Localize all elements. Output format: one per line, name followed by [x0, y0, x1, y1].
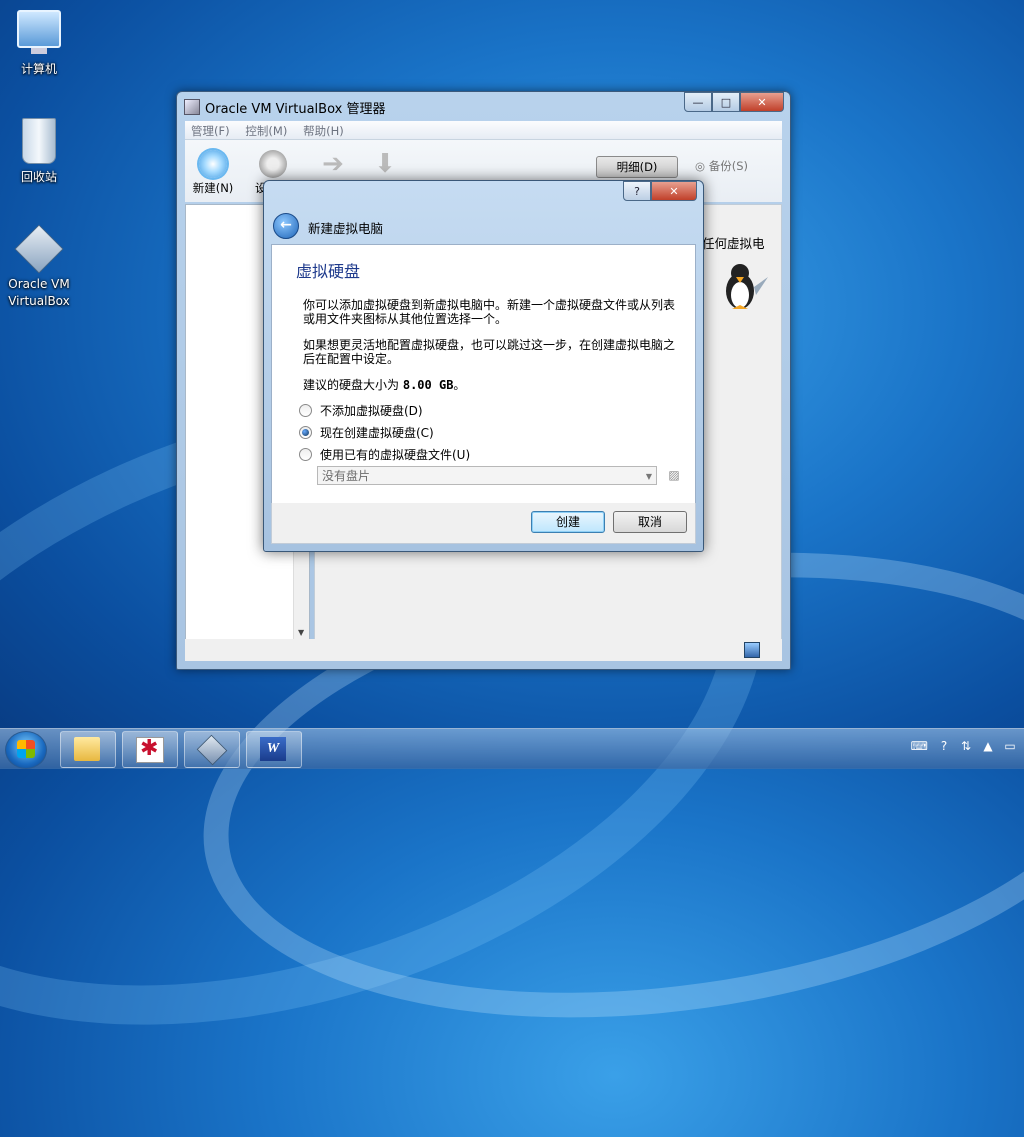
close-button[interactable]: ✕ — [740, 92, 784, 112]
back-arrow-icon[interactable]: ← — [273, 213, 299, 239]
start-button[interactable] — [5, 731, 47, 769]
maximize-button[interactable]: □ — [712, 92, 740, 112]
folder-icon — [74, 737, 100, 761]
taskbar-debugger[interactable] — [122, 731, 178, 768]
penguin-icon — [726, 264, 768, 309]
menu-control[interactable]: 控制(M) — [245, 123, 287, 139]
dialog-caption-buttons: ? ✕ — [623, 181, 697, 201]
status-bar — [185, 639, 782, 661]
desktop-icon-label: 回收站 — [20, 170, 57, 184]
computer-icon — [17, 10, 61, 54]
menu-bar: 管理(F) 控制(M) 帮助(H) — [185, 121, 782, 140]
virtualbox-icon — [196, 734, 228, 766]
folder-icon[interactable]: ▨ — [665, 467, 683, 484]
flexibility-paragraph: 如果想更灵活地配置虚拟硬盘，也可以跳过这一步，在创建虚拟电脑之后在配置中设定。 — [303, 338, 676, 366]
cancel-button[interactable]: 取消 — [613, 511, 687, 533]
taskbar-word[interactable]: W — [246, 731, 302, 768]
radio-button[interactable] — [299, 426, 312, 439]
recommended-size-value: 8.00 GB — [402, 378, 454, 392]
scroll-down-icon[interactable]: ▼ — [298, 628, 304, 637]
caption-buttons: — □ ✕ — [684, 92, 784, 112]
new-vm-wizard-dialog: ? ✕ ← 新建虚拟电脑 虚拟硬盘 你可以添加虚拟硬盘到新虚拟电脑中。新建一个虚… — [263, 180, 704, 552]
desktop-icon-label: 计算机 — [20, 62, 57, 76]
new-vm-icon — [199, 150, 227, 178]
help-icon[interactable]: ? — [938, 739, 950, 753]
welcome-text: 任何虚拟电 — [702, 236, 765, 251]
wizard-page: 虚拟硬盘 你可以添加虚拟硬盘到新虚拟电脑中。新建一个虚拟硬盘文件或从列表或用文件… — [271, 244, 696, 504]
virtualbox-icon — [14, 224, 64, 274]
camera-icon: ◎ — [695, 159, 709, 173]
display-icon[interactable]: ▭ — [1004, 739, 1016, 753]
radio-label: 不添加虚拟硬盘(D) — [320, 404, 423, 418]
desktop-icon-computer[interactable]: 计算机 — [4, 10, 74, 77]
menu-manage[interactable]: 管理(F) — [191, 123, 230, 139]
desktop-icon-virtualbox[interactable]: Oracle VM VirtualBox — [4, 224, 74, 310]
dialog-footer: 创建 取消 — [271, 503, 696, 544]
menu-help[interactable]: 帮助(H) — [303, 123, 344, 139]
detail-label: 明细(D) — [616, 160, 658, 174]
disk-select-value: 没有盘片 — [322, 469, 371, 483]
arrow-down-icon: ⬇ — [374, 149, 396, 179]
taskbar: W ⌨ ? ⇅ ▲ ▭ — [0, 728, 1024, 769]
start-button[interactable]: ⬇ — [361, 150, 409, 180]
desktop-icon-label: Oracle VM VirtualBox — [8, 277, 70, 308]
discard-button[interactable]: ➔ — [309, 150, 357, 180]
taskbar-virtualbox[interactable] — [184, 731, 240, 768]
backup-label: 备份(S) — [708, 159, 748, 173]
system-tray: ⌨ ? ⇅ ▲ ▭ — [911, 739, 1016, 753]
backup-button[interactable]: ◎ 备份(S) — [695, 158, 748, 174]
recycle-bin-icon — [22, 118, 56, 164]
wizard-header: 新建虚拟电脑 — [308, 221, 384, 236]
network-icon[interactable]: ⇅ — [960, 739, 972, 753]
disk-select[interactable]: 没有盘片 ▼ — [317, 466, 657, 485]
minimize-button[interactable]: — — [684, 92, 712, 112]
word-icon: W — [260, 737, 286, 761]
virtualbox-app-icon — [184, 99, 200, 115]
chevron-down-icon: ▼ — [645, 472, 652, 481]
radio-create-disk[interactable]: 现在创建虚拟硬盘(C) — [299, 424, 434, 441]
radio-label: 现在创建虚拟硬盘(C) — [320, 426, 434, 440]
arrow-right-icon: ➔ — [322, 149, 344, 179]
intro-paragraph: 你可以添加虚拟硬盘到新虚拟电脑中。新建一个虚拟硬盘文件或从列表或用文件夹图标从其… — [303, 298, 676, 326]
radio-no-disk[interactable]: 不添加虚拟硬盘(D) — [299, 402, 423, 419]
taskbar-explorer[interactable] — [60, 731, 116, 768]
dialog-close-button[interactable]: ✕ — [651, 181, 697, 201]
create-button[interactable]: 创建 — [531, 511, 605, 533]
network-status-icon — [744, 642, 760, 658]
recommended-size-prefix: 建议的硬盘大小为 — [303, 378, 400, 392]
radio-label: 使用已有的虚拟硬盘文件(U) — [320, 448, 471, 462]
radio-existing-disk[interactable]: 使用已有的虚拟硬盘文件(U) — [299, 446, 470, 463]
keyboard-icon[interactable]: ⌨ — [911, 739, 928, 753]
help-button[interactable]: ? — [623, 181, 651, 201]
windows-logo-icon — [17, 740, 35, 758]
window-title: Oracle VM VirtualBox 管理器 — [205, 102, 386, 117]
radio-button[interactable] — [299, 448, 312, 461]
desktop-icon-recycle-bin[interactable]: 回收站 — [4, 118, 74, 185]
gear-icon — [259, 150, 287, 178]
bug-icon — [136, 736, 164, 763]
new-vm-label: 新建(N) — [192, 181, 234, 195]
new-vm-button[interactable]: 新建(N) — [189, 150, 237, 196]
detail-button[interactable]: 明细(D) — [596, 156, 678, 178]
page-title: 虚拟硬盘 — [296, 262, 361, 281]
radio-button[interactable] — [299, 404, 312, 417]
show-hidden-icons[interactable]: ▲ — [982, 739, 994, 753]
recommended-size-line: 建议的硬盘大小为 8.00 GB。 — [303, 378, 683, 392]
recommended-size-suffix: 。 — [453, 378, 466, 392]
